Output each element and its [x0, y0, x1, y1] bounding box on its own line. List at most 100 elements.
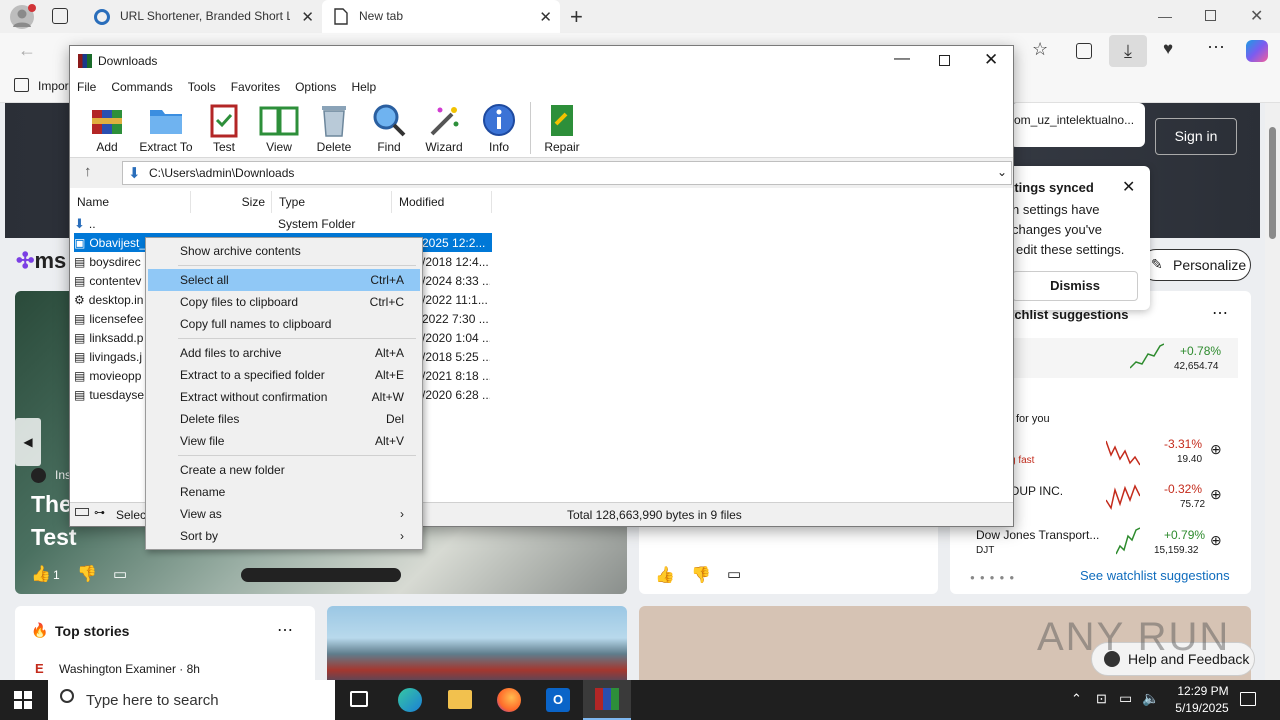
winrar-taskbar-button[interactable]	[583, 680, 631, 720]
like-icon[interactable]: 👍	[31, 564, 51, 584]
close-window-icon[interactable]: ✕	[1250, 6, 1263, 26]
column-size[interactable]: Size	[191, 191, 272, 213]
toolbar-test-button[interactable]: Test	[196, 102, 252, 154]
downloads-icon[interactable]: ⤓	[1109, 35, 1147, 67]
column-name[interactable]: Name	[70, 191, 191, 213]
tab-actions-icon[interactable]	[52, 8, 68, 24]
notifications-icon[interactable]	[1240, 692, 1256, 706]
tab-url-shortener[interactable]: URL Shortener, Branded Short Lin ✕	[84, 0, 322, 33]
add-icon[interactable]: ⊕	[1210, 441, 1222, 458]
network-icon[interactable]: ▭	[1119, 690, 1132, 707]
toolbar-view-button[interactable]: View	[251, 102, 307, 154]
volume-icon[interactable]: 🔈	[1142, 690, 1159, 707]
minimize-icon[interactable]: —	[1158, 8, 1172, 24]
clock-time[interactable]: 12:29 PM	[1172, 684, 1234, 698]
up-folder-icon[interactable]: ↑	[84, 163, 92, 180]
file-explorer-icon[interactable]	[448, 690, 472, 709]
outlook-icon[interactable]: O	[546, 688, 570, 712]
profile-avatar[interactable]	[10, 4, 36, 29]
dislike-icon[interactable]: 👎	[691, 565, 711, 585]
more-icon[interactable]: ⋯	[1212, 303, 1228, 323]
close-icon[interactable]: ✕	[1122, 177, 1135, 197]
comment-icon[interactable]: ▭	[113, 565, 127, 583]
top-index-row[interactable]: +0.78% 42,654.74	[1010, 338, 1238, 378]
menu-item-add-files[interactable]: Add files to archive Alt+A	[148, 342, 420, 364]
meet-now-icon[interactable]: ⊡	[1096, 691, 1107, 707]
menu-item-copy-files[interactable]: Copy files to clipboard Ctrl+C	[148, 291, 420, 313]
comment-icon[interactable]: ▭	[727, 565, 741, 583]
dislike-icon[interactable]: 👎	[77, 564, 97, 584]
toolbar-find-button[interactable]: Find	[361, 102, 417, 154]
stock-row[interactable]: OUP INC. -0.32% 75.72 ⊕	[1010, 476, 1250, 518]
like-icon[interactable]: 👍	[655, 565, 675, 585]
toolbar-extract-button[interactable]: Extract To	[138, 102, 194, 154]
page-scrollbar[interactable]	[1265, 103, 1280, 680]
collections-icon[interactable]	[1076, 43, 1092, 59]
close-window-icon[interactable]: ✕	[984, 50, 998, 70]
toolbar-wizard-button[interactable]: Wizard	[416, 102, 472, 154]
menu-item-extract-no-confirm[interactable]: Extract without confirmation Alt+W	[148, 386, 420, 408]
menu-help[interactable]: Help	[351, 80, 376, 94]
taskbar-search[interactable]: Type here to search	[48, 680, 335, 720]
copilot-icon[interactable]	[1246, 40, 1268, 62]
column-type[interactable]: Type	[272, 191, 392, 213]
menu-tools[interactable]: Tools	[188, 80, 216, 94]
menu-item-view-file[interactable]: View file Alt+V	[148, 430, 420, 452]
stock-row[interactable]: g fast -3.31% 19.40 ⊕	[1010, 431, 1250, 473]
restore-icon[interactable]	[1205, 10, 1216, 21]
tab-new-tab[interactable]: New tab ✕	[322, 0, 560, 33]
add-icon[interactable]: ⊕	[1210, 532, 1222, 549]
start-icon[interactable]	[14, 691, 32, 709]
dismiss-button[interactable]: Dismiss	[1012, 271, 1138, 301]
toolbar-repair-button[interactable]: Repair	[534, 102, 590, 154]
clock-date[interactable]: 5/19/2025	[1166, 701, 1238, 715]
chevron-up-icon[interactable]: ⌃	[1071, 691, 1082, 707]
msn-logo[interactable]: ✣ms	[16, 248, 66, 274]
new-tab-icon[interactable]: +	[570, 4, 583, 30]
story-image-castle[interactable]	[327, 606, 627, 680]
column-modified[interactable]: Modified	[392, 191, 492, 213]
menu-commands[interactable]: Commands	[111, 80, 172, 94]
menu-file[interactable]: File	[77, 80, 96, 94]
toolbar-delete-button[interactable]: Delete	[306, 102, 362, 154]
close-tab-icon[interactable]: ✕	[539, 8, 552, 26]
edge-icon[interactable]	[398, 688, 422, 712]
menu-item-new-folder[interactable]: Create a new folder	[148, 459, 420, 481]
menu-item-sort-by[interactable]: Sort by ›	[148, 525, 420, 547]
import-favorites-link[interactable]: Impor	[38, 79, 69, 93]
carousel-dots[interactable]	[241, 568, 401, 582]
scrollbar-thumb[interactable]	[1269, 127, 1276, 239]
personalize-button[interactable]: ✎ Personalize	[1140, 249, 1251, 281]
performance-icon[interactable]: ♥	[1163, 39, 1173, 59]
stock-row[interactable]: Dow Jones Transport... DJT +0.79% 15,159…	[976, 522, 1250, 564]
menu-item-select-all[interactable]: Select all Ctrl+A	[148, 269, 420, 291]
task-view-icon[interactable]	[350, 691, 368, 707]
menu-favorites[interactable]: Favorites	[231, 80, 280, 94]
close-tab-icon[interactable]: ✕	[301, 8, 314, 26]
sign-in-button[interactable]: Sign in	[1155, 118, 1237, 155]
more-icon[interactable]: ⋯	[1207, 37, 1225, 58]
menu-options[interactable]: Options	[295, 80, 336, 94]
menu-item-show-archive[interactable]: Show archive contents	[148, 240, 420, 262]
menu-item-rename[interactable]: Rename	[148, 481, 420, 503]
menu-item-view-as[interactable]: View as ›	[148, 503, 420, 525]
path-field[interactable]: ⬇ C:\Users\admin\Downloads ⌄	[122, 161, 1012, 185]
toolbar-add-button[interactable]: Add	[79, 102, 135, 154]
minimize-icon[interactable]: —	[894, 50, 910, 68]
back-icon[interactable]: ←	[18, 40, 36, 61]
carousel-prev-button[interactable]: ◀	[15, 418, 41, 466]
toolbar-info-button[interactable]: Info	[471, 102, 527, 154]
chevron-down-icon[interactable]: ⌄	[997, 165, 1007, 179]
hero-title-2[interactable]: Test	[31, 524, 77, 551]
winrar-title-bar[interactable]: Downloads — ✕	[70, 46, 1013, 76]
menu-item-extract-to[interactable]: Extract to a specified folder Alt+E	[148, 364, 420, 386]
import-favorites-icon[interactable]	[14, 78, 29, 92]
more-icon[interactable]: ⋯	[277, 620, 293, 640]
menu-item-delete[interactable]: Delete files Del	[148, 408, 420, 430]
firefox-icon[interactable]	[497, 688, 521, 712]
see-watchlist-link[interactable]: See watchlist suggestions	[1080, 568, 1230, 583]
maximize-icon[interactable]	[939, 55, 950, 66]
favorites-icon[interactable]: ☆	[1032, 39, 1048, 60]
add-icon[interactable]: ⊕	[1210, 486, 1222, 503]
table-row[interactable]: ⬇ .. System Folder	[74, 214, 490, 233]
